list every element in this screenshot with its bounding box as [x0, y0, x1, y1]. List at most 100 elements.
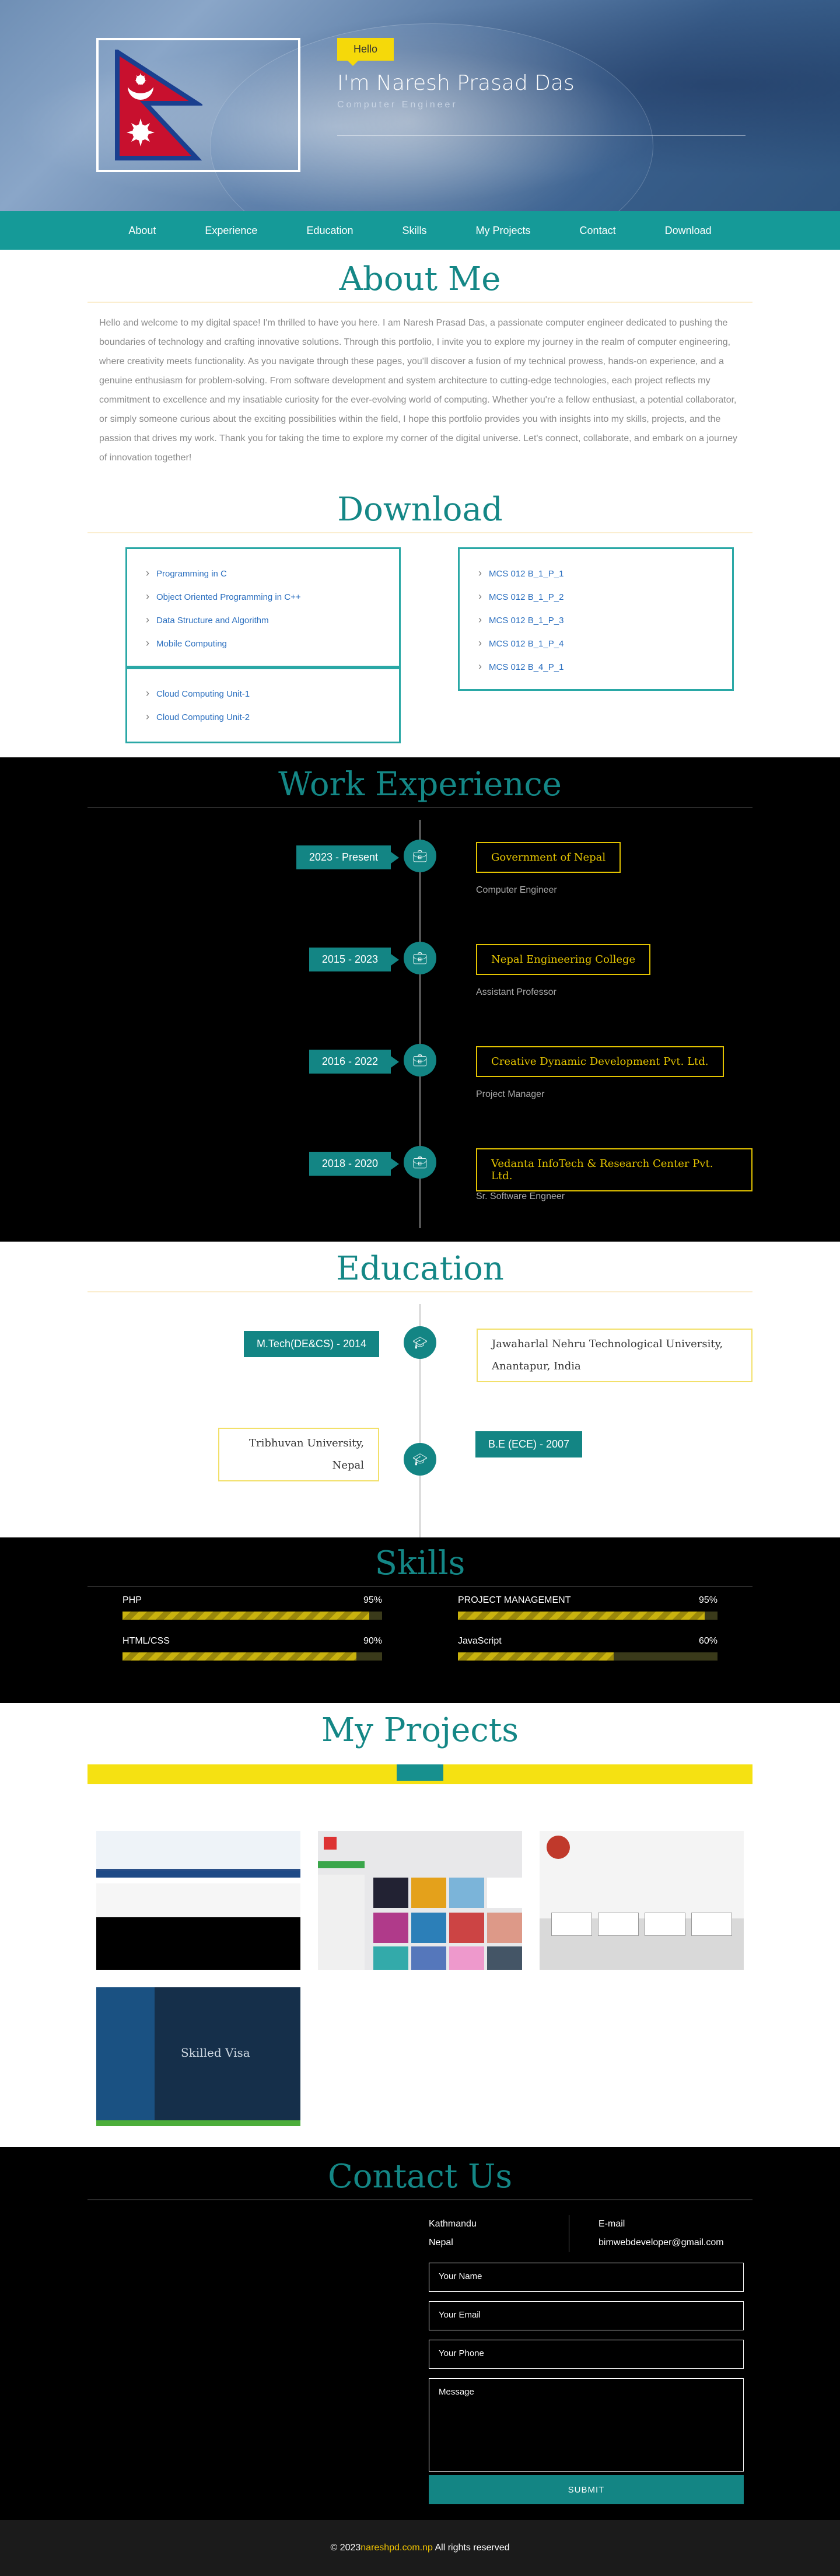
experience-company: Creative Dynamic Development Pvt. Ltd. [476, 1046, 724, 1077]
project-thumbnail[interactable]: Skilled Visa [96, 1987, 300, 2126]
skill-item: PHP 95% [123, 1595, 382, 1620]
skill-percent: 60% [698, 1636, 718, 1646]
download-link[interactable]: MCS 012 B_1_P_1 [478, 562, 713, 585]
skill-item: JavaScript 60% [458, 1636, 718, 1661]
nav-education[interactable]: Education [282, 225, 377, 237]
address-block: Kathmandu Nepal [429, 2219, 477, 2248]
skill-fill [123, 1652, 356, 1661]
skill-item: PROJECT MANAGEMENT 95% [458, 1595, 718, 1620]
project-thumbnail[interactable] [96, 1831, 300, 1970]
experience-role: Project Manager [476, 1089, 545, 1099]
briefcase-icon: 💼︎ [404, 1044, 436, 1076]
skill-name: HTML/CSS [123, 1636, 170, 1646]
download-box-mcs: MCS 012 B_1_P_1 MCS 012 B_1_P_2 MCS 012 … [458, 547, 734, 691]
experience-company: Vedanta InfoTech & Research Center Pvt. … [476, 1148, 752, 1191]
hero-role: Computer Engineer [337, 100, 458, 110]
nav-about[interactable]: About [104, 225, 180, 237]
projects-filter-bar [88, 1764, 752, 1784]
project-thumbnail[interactable] [318, 1831, 522, 1970]
about-text: Hello and welcome to my digital space! I… [99, 318, 737, 463]
download-box-cloud: Cloud Computing Unit-1 Cloud Computing U… [125, 667, 401, 743]
experience-date: 2018 - 2020 [309, 1152, 400, 1176]
experience-title: Work Experience [278, 766, 562, 803]
graduation-cap-icon: 🎓︎ [404, 1326, 436, 1359]
download-title: Download [337, 491, 503, 529]
experience-date: 2023 - Present [296, 845, 400, 869]
download-link[interactable]: Programming in C [146, 562, 380, 585]
download-link[interactable]: Mobile Computing [146, 632, 380, 655]
skill-name: PHP [123, 1595, 142, 1605]
nepal-flag-image [115, 50, 202, 160]
skill-bar [123, 1652, 382, 1661]
education-school: Jawaharlal Nehru Technological Universit… [477, 1329, 752, 1382]
main-nav: About Experience Education Skills My Pro… [0, 211, 840, 250]
email-block: E-mail bimwebdeveloper@gmail.com [569, 2215, 724, 2252]
title-divider [88, 807, 752, 808]
projects-filter-tab[interactable] [397, 1764, 443, 1781]
project-caption: Skilled Visa [181, 2046, 250, 2060]
experience-section: Work Experience 2023 - Present 💼︎ Govern… [0, 757, 840, 1242]
contact-title: Contact Us [327, 2158, 513, 2196]
education-degree: B.E (ECE) - 2007 [475, 1431, 583, 1457]
footer-brand-link[interactable]: nareshpd.com.np [360, 2543, 433, 2553]
education-section: Education M.Tech(DE&CS) - 2014 🎓︎ Jawaha… [0, 1242, 840, 1537]
skills-section: Skills PHP 95% PROJECT MANAGEMENT 95% HT… [0, 1537, 840, 1703]
experience-item: 2023 - Present 💼︎ Government of Nepal Co… [88, 831, 752, 896]
project-thumbnail[interactable] [540, 1831, 744, 1970]
skill-name: JavaScript [458, 1636, 502, 1646]
experience-item: 2018 - 2020 💼︎ Vedanta InfoTech & Resear… [88, 1138, 752, 1202]
skill-name: PROJECT MANAGEMENT [458, 1595, 571, 1605]
graduation-cap-icon: 🎓︎ [404, 1443, 436, 1476]
download-box-programming: Programming in C Object Oriented Program… [125, 547, 401, 667]
education-title: Education [336, 1250, 504, 1288]
skill-item: HTML/CSS 90% [123, 1636, 382, 1661]
experience-company: Nepal Engineering College [476, 944, 651, 975]
experience-date: 2015 - 2023 [309, 948, 400, 971]
projects-section: My Projects Skilled Visa [0, 1703, 840, 2147]
download-link[interactable]: Cloud Computing Unit-2 [146, 705, 380, 729]
skill-bar [123, 1612, 382, 1620]
nav-contact[interactable]: Contact [555, 225, 640, 237]
skill-bar [458, 1652, 718, 1661]
skill-percent: 90% [363, 1636, 382, 1646]
download-link[interactable]: MCS 012 B_4_P_1 [478, 655, 713, 679]
contact-section: Contact Us Kathmandu Nepal E-mail bimweb… [0, 2147, 840, 2520]
nav-projects[interactable]: My Projects [452, 225, 555, 237]
hello-badge: Hello [337, 38, 394, 66]
briefcase-icon: 💼︎ [404, 840, 436, 872]
experience-role: Assistant Professor [476, 987, 556, 997]
copyright-prefix: © 2023 [330, 2543, 361, 2553]
download-link[interactable]: MCS 012 B_1_P_3 [478, 609, 713, 632]
experience-date: 2016 - 2022 [309, 1050, 400, 1074]
nav-skills[interactable]: Skills [378, 225, 452, 237]
download-link[interactable]: Object Oriented Programming in C++ [146, 585, 380, 609]
hero-banner: Hello I'm Naresh Prasad Das Computer Eng… [0, 0, 840, 211]
email-input[interactable]: Your Email [429, 2301, 744, 2330]
download-link[interactable]: MCS 012 B_1_P_2 [478, 585, 713, 609]
submit-button[interactable]: SUBMIT [429, 2475, 744, 2504]
nav-download[interactable]: Download [640, 225, 736, 237]
education-school: Tribhuvan University, Nepal [218, 1428, 379, 1481]
copyright-suffix: All rights reserved [432, 2543, 510, 2553]
hero-divider [337, 135, 746, 136]
title-divider [88, 302, 752, 303]
download-link[interactable]: MCS 012 B_1_P_4 [478, 632, 713, 655]
skill-fill [458, 1652, 614, 1661]
title-divider [88, 1291, 752, 1292]
skill-percent: 95% [363, 1595, 382, 1605]
skill-fill [123, 1612, 369, 1620]
experience-item: 2015 - 2023 💼︎ Nepal Engineering College… [88, 934, 752, 998]
name-input[interactable]: Your Name [429, 2263, 744, 2292]
phone-input[interactable]: Your Phone [429, 2340, 744, 2369]
experience-item: 2016 - 2022 💼︎ Creative Dynamic Developm… [88, 1036, 752, 1100]
download-link[interactable]: Cloud Computing Unit-1 [146, 682, 380, 705]
message-textarea[interactable]: Message [429, 2378, 744, 2472]
skills-title: Skills [374, 1544, 466, 1582]
experience-company: Government of Nepal [476, 842, 621, 873]
education-degree: M.Tech(DE&CS) - 2014 [243, 1331, 379, 1357]
nav-experience[interactable]: Experience [180, 225, 282, 237]
download-link[interactable]: Data Structure and Algorithm [146, 609, 380, 632]
profile-frame [96, 38, 300, 172]
briefcase-icon: 💼︎ [404, 1146, 436, 1179]
hero-name: I'm Naresh Prasad Das [337, 71, 575, 95]
